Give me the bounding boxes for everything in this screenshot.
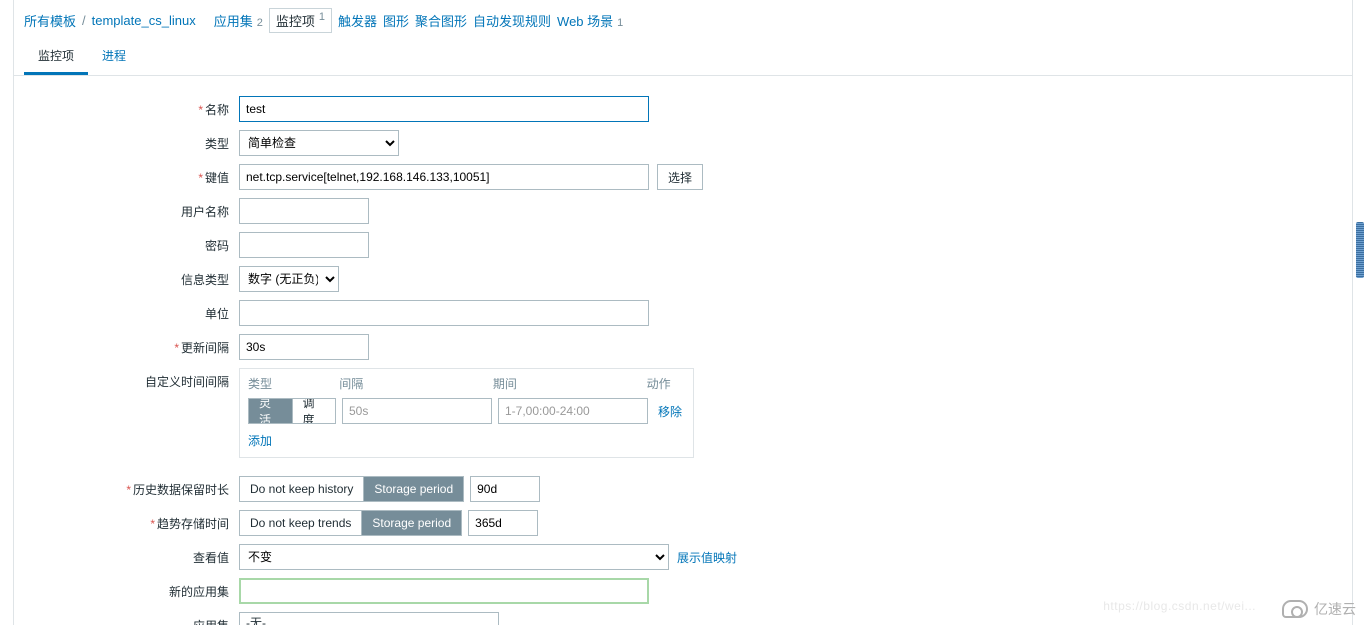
- breadcrumb-separator: /: [82, 13, 86, 28]
- type-select[interactable]: 简单检查: [239, 130, 399, 156]
- label-name: *名称: [24, 96, 239, 118]
- label-history: *历史数据保留时长: [24, 476, 239, 498]
- show-value-map-link[interactable]: 展示值映射: [677, 549, 737, 566]
- label-username: 用户名称: [24, 198, 239, 220]
- appset-option-none[interactable]: -无-: [240, 613, 498, 625]
- intervals-head-type: 类型: [248, 375, 339, 392]
- interval-period-input[interactable]: [498, 398, 648, 424]
- interval-add-link[interactable]: 添加: [248, 434, 272, 448]
- label-view-value: 查看值: [24, 544, 239, 566]
- tab-monitor[interactable]: 监控项: [24, 39, 88, 75]
- label-unit: 单位: [24, 300, 239, 322]
- interval-delay-input[interactable]: [342, 398, 492, 424]
- nav-appset[interactable]: 应用集: [214, 11, 253, 30]
- interval-type-segment: 灵活 调度: [248, 398, 336, 424]
- nav-discovery[interactable]: 自动发现规则: [473, 11, 551, 30]
- nav-screens[interactable]: 聚合图形: [415, 11, 467, 30]
- key-input[interactable]: [239, 164, 649, 190]
- unit-input[interactable]: [239, 300, 649, 326]
- username-input[interactable]: [239, 198, 369, 224]
- form-tabs: 监控项 进程: [14, 39, 1352, 76]
- tab-process[interactable]: 进程: [88, 39, 140, 75]
- label-new-appset: 新的应用集: [24, 578, 239, 600]
- seg-flexible[interactable]: 灵活: [249, 399, 292, 423]
- scrollbar-indicator[interactable]: [1356, 222, 1364, 278]
- seg-trend-nokeep[interactable]: Do not keep trends: [240, 511, 361, 535]
- seg-schedule[interactable]: 调度: [292, 399, 336, 423]
- label-infotype: 信息类型: [24, 266, 239, 288]
- password-input[interactable]: [239, 232, 369, 258]
- trend-period-input[interactable]: [468, 510, 538, 536]
- nav-graphs[interactable]: 图形: [383, 11, 409, 30]
- history-period-input[interactable]: [470, 476, 540, 502]
- watermark-csdn: https://blog.csdn.net/wei...: [1103, 599, 1256, 613]
- brand-logo-icon: [1282, 600, 1308, 618]
- nav-appset-count: 2: [257, 17, 263, 29]
- trend-mode-segment: Do not keep trends Storage period: [239, 510, 462, 536]
- label-password: 密码: [24, 232, 239, 254]
- intervals-head-interval: 间隔: [339, 375, 493, 392]
- history-mode-segment: Do not keep history Storage period: [239, 476, 464, 502]
- nav-triggers[interactable]: 触发器: [338, 11, 377, 30]
- infotype-select[interactable]: 数字 (无正负): [239, 266, 339, 292]
- appset-listbox[interactable]: -无- test_items web: [239, 612, 499, 625]
- intervals-head-period: 期间: [493, 375, 647, 392]
- label-appset: 应用集: [24, 612, 239, 625]
- custom-intervals-box: 类型 间隔 期间 动作 灵活 调度: [239, 368, 694, 458]
- view-value-select[interactable]: 不变: [239, 544, 669, 570]
- breadcrumb: 所有模板 / template_cs_linux 应用集 2 监控项1 触发器 图…: [14, 0, 1352, 39]
- new-appset-input[interactable]: [239, 578, 649, 604]
- name-input[interactable]: [239, 96, 649, 122]
- nav-web[interactable]: Web 场景: [557, 11, 613, 30]
- breadcrumb-all-templates[interactable]: 所有模板: [24, 11, 76, 30]
- label-custom-intervals: 自定义时间间隔: [24, 368, 239, 390]
- update-interval-input[interactable]: [239, 334, 369, 360]
- seg-history-nokeep[interactable]: Do not keep history: [240, 477, 363, 501]
- nav-web-count: 1: [617, 17, 623, 29]
- interval-remove-link[interactable]: 移除: [658, 403, 682, 420]
- intervals-head-action: 动作: [647, 375, 685, 392]
- watermark-brand: 亿速云: [1282, 599, 1356, 619]
- label-type: 类型: [24, 130, 239, 152]
- seg-history-storage[interactable]: Storage period: [363, 477, 463, 501]
- nav-items-active[interactable]: 监控项1: [269, 8, 332, 33]
- select-key-button[interactable]: 选择: [657, 164, 703, 190]
- breadcrumb-template-name[interactable]: template_cs_linux: [92, 13, 196, 28]
- label-trend: *趋势存储时间: [24, 510, 239, 532]
- label-key: *键值: [24, 164, 239, 186]
- label-update-interval: *更新间隔: [24, 334, 239, 356]
- seg-trend-storage[interactable]: Storage period: [361, 511, 461, 535]
